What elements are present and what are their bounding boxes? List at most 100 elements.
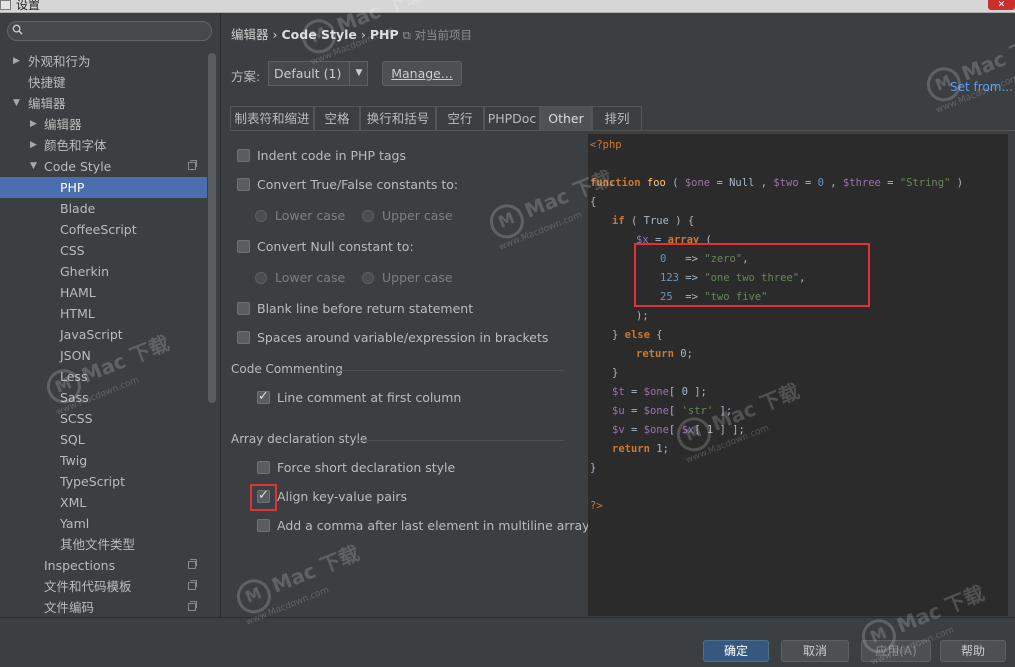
sidebar-item-file-templates[interactable]: 文件和代码模板 <box>0 576 207 597</box>
sidebar-item-label: JavaScript <box>60 327 123 342</box>
sidebar-item-xml[interactable]: XML <box>0 492 207 513</box>
spaces-around-checkbox[interactable] <box>237 331 250 344</box>
code-token: $two <box>773 177 799 189</box>
chevron-down-icon[interactable]: ▼ <box>349 62 368 85</box>
set-from-link[interactable]: Set from... <box>950 80 1013 94</box>
sidebar-item-label: 其他文件类型 <box>60 537 136 552</box>
code-token: $v <box>612 424 625 436</box>
project-copy-icon <box>188 580 197 590</box>
blank-line-checkbox[interactable] <box>237 302 250 315</box>
sidebar-item-editor[interactable]: ▼ 编辑器 <box>0 93 207 114</box>
code-token: [ <box>668 424 682 436</box>
sidebar-item-editor-general[interactable]: ▶ 编辑器 <box>0 114 207 135</box>
highlight-box <box>634 243 870 307</box>
radio-button[interactable] <box>362 272 374 284</box>
code-preview[interactable]: <?php function foo ( $one = Null , $two … <box>588 134 1008 616</box>
sidebar-item-other-file-types[interactable]: 其他文件类型 <box>0 534 207 555</box>
code-token: else <box>624 329 650 341</box>
sidebar-item-scss[interactable]: SCSS <box>0 408 207 429</box>
code-token: ( <box>672 177 685 189</box>
manage-button[interactable]: Manage... <box>382 61 462 86</box>
window-title: 设置 <box>16 0 41 12</box>
sidebar-item-code-style[interactable]: ▼ Code Style <box>0 156 207 177</box>
code-token: if <box>612 215 625 227</box>
sidebar-item-blade[interactable]: Blade <box>0 198 207 219</box>
sidebar-item-label: CoffeeScript <box>60 222 137 237</box>
sidebar-item-label: Sass <box>60 390 89 405</box>
sidebar-item-label: JSON <box>60 348 91 363</box>
code-token: foo <box>640 177 673 189</box>
sidebar-item-coffeescript[interactable]: CoffeeScript <box>0 219 207 240</box>
project-scope-note: ⧉ 对当前项目 <box>402 28 473 42</box>
add-comma-checkbox[interactable] <box>257 519 270 532</box>
sidebar-item-html[interactable]: HTML <box>0 303 207 324</box>
watermark: MMac 下载www.Macdown.com <box>231 537 368 627</box>
breadcrumb-editor: 编辑器 <box>231 27 269 42</box>
sidebar-item-javascript[interactable]: JavaScript <box>0 324 207 345</box>
sidebar-item-twig[interactable]: Twig <box>0 450 207 471</box>
sidebar-item-typescript[interactable]: TypeScript <box>0 471 207 492</box>
tab-tabs-indents[interactable]: 制表符和缩进 <box>230 106 314 130</box>
php-open-tag: <?php <box>590 139 622 151</box>
code-token: function <box>590 177 641 189</box>
watermark: MMac 下载www.Macdown.com <box>921 25 1015 115</box>
convert-true-false-checkbox[interactable] <box>237 178 250 191</box>
sidebar-item-file-encodings[interactable]: 文件编码 <box>0 597 207 617</box>
sidebar-item-sass[interactable]: Sass <box>0 387 207 408</box>
sidebar-item-colors-fonts[interactable]: ▶ 颜色和字体 <box>0 135 207 156</box>
code-token: ]; <box>713 405 733 417</box>
force-short-checkbox[interactable] <box>257 461 270 474</box>
code-token: } <box>612 329 625 341</box>
project-copy-icon <box>188 160 197 170</box>
sidebar-scrollbar[interactable] <box>208 53 216 403</box>
breadcrumb-separator: › <box>272 27 278 42</box>
search-input[interactable] <box>7 21 212 41</box>
scheme-value: Default (1) <box>274 66 342 81</box>
line-comment-checkbox[interactable] <box>257 388 270 406</box>
breadcrumb-code-style: Code Style <box>281 27 357 42</box>
sidebar-item-label: 编辑器 <box>44 117 82 132</box>
tab-phpdoc[interactable]: PHPDoc <box>484 106 540 130</box>
tab-spaces[interactable]: 空格 <box>314 106 360 130</box>
code-token: { <box>649 329 663 341</box>
sidebar-item-label: SCSS <box>60 411 93 426</box>
convert-null-checkbox[interactable] <box>237 240 250 253</box>
sidebar-item-less[interactable]: Less <box>0 366 207 387</box>
sidebar-item-label: 编辑器 <box>28 96 66 111</box>
sidebar-item-keymap[interactable]: 快捷键 <box>0 72 207 93</box>
radio-button[interactable] <box>255 272 267 284</box>
chevron-down-icon: ▼ <box>30 161 37 171</box>
scheme-select[interactable]: Default (1) ▼ <box>268 61 368 86</box>
chevron-right-icon: ▶ <box>30 119 37 129</box>
radio-button[interactable] <box>362 210 374 222</box>
tab-blank-lines[interactable]: 空行 <box>436 106 484 130</box>
sidebar-item-label: HAML <box>60 285 96 300</box>
code-token: [ 0 ]; <box>668 386 707 398</box>
sidebar-item-inspections[interactable]: Inspections <box>0 555 207 576</box>
sidebar-item-gherkin[interactable]: Gherkin <box>0 261 207 282</box>
chevron-right-icon: ▶ <box>13 56 20 66</box>
sidebar-item-json[interactable]: JSON <box>0 345 207 366</box>
code-token: { <box>590 196 597 208</box>
indent-php-tags-checkbox[interactable] <box>237 149 250 162</box>
code-token: = <box>624 405 644 417</box>
sidebar-item-label: 文件和代码模板 <box>44 579 132 594</box>
tab-wrapping-braces[interactable]: 换行和括号 <box>360 106 436 130</box>
section-array-declaration: Array declaration style <box>231 432 368 446</box>
sidebar-item-php[interactable]: PHP <box>0 177 207 198</box>
sidebar-item-sql[interactable]: SQL <box>0 429 207 450</box>
radio-button[interactable] <box>255 210 267 222</box>
code-token: = <box>880 177 900 189</box>
code-token: $x <box>681 424 695 436</box>
sidebar-item-haml[interactable]: HAML <box>0 282 207 303</box>
sidebar-item-appearance[interactable]: ▶ 外观和行为 <box>0 51 207 72</box>
tab-other[interactable]: Other <box>540 106 592 130</box>
code-token: = <box>624 386 644 398</box>
code-token: , <box>823 177 843 189</box>
section-divider <box>354 440 564 441</box>
tab-arrangement[interactable]: 排列 <box>592 106 642 130</box>
close-button[interactable]: ✕ <box>988 0 1015 10</box>
sidebar-item-css[interactable]: CSS <box>0 240 207 261</box>
code-token: $one <box>643 405 669 417</box>
sidebar-item-yaml[interactable]: Yaml <box>0 513 207 534</box>
